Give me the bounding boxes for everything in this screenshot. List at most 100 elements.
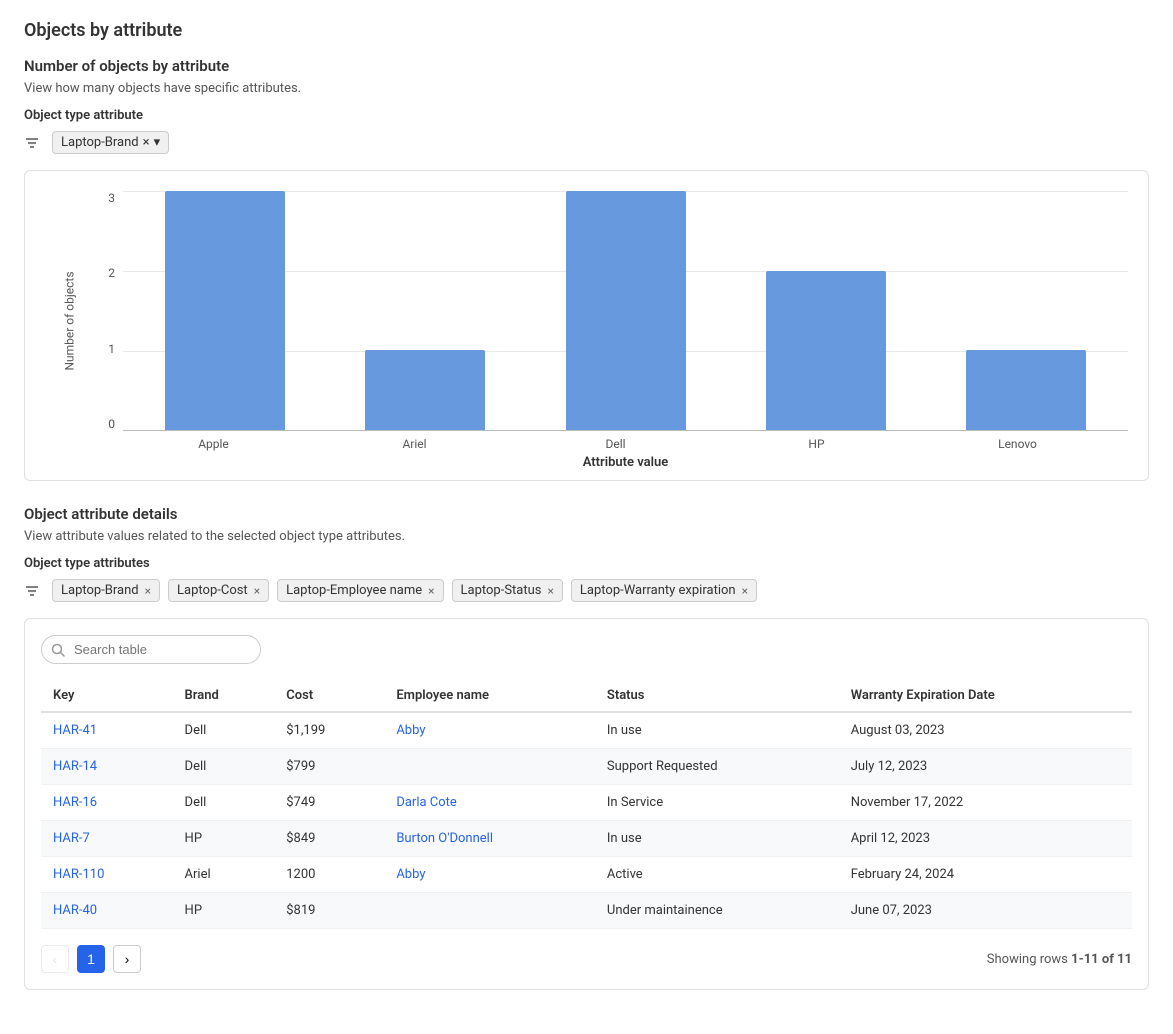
table-row: HAR-16 Dell$749 Darla Cote In ServiceNovemb… (41, 785, 1132, 821)
cell-status: In Service (595, 785, 839, 821)
table-row: HAR-40HP$819Under maintainenceJune 07, 2… (41, 893, 1132, 929)
cell-cost: $849 (274, 821, 384, 857)
y-tick-1: 1 (108, 342, 115, 356)
page-1-button[interactable]: 1 (77, 945, 105, 973)
col-cost: Cost (274, 680, 384, 712)
chart-container: Number of objects 0 1 2 3 (24, 170, 1149, 481)
cell-status: Support Requested (595, 749, 839, 785)
y-tick-3: 3 (108, 191, 115, 205)
chart-section-desc: View how many objects have specific attr… (24, 81, 1149, 96)
chip-status-x[interactable]: × (548, 584, 554, 598)
search-wrap (41, 635, 261, 664)
details-section-title: Object attribute details (24, 505, 1149, 523)
chip-warranty-x[interactable]: × (742, 584, 748, 598)
x-label-dell: Dell (525, 437, 706, 451)
pagination: ‹ 1 › Showing rows 1-11 of 11 (41, 945, 1132, 973)
cell-warranty: August 03, 2023 (839, 712, 1132, 749)
table-row: HAR-41 Dell$1,199 Abby In useAugust 03, 202… (41, 712, 1132, 749)
page-title: Objects by attribute (24, 20, 1149, 41)
x-label-ariel: Ariel (324, 437, 505, 451)
cell-cost: $819 (274, 893, 384, 929)
x-label-lenovo: Lenovo (927, 437, 1108, 451)
chart-filter-label: Object type attribute (24, 108, 1149, 123)
cell-status: In use (595, 712, 839, 749)
x-label-hp: HP (726, 437, 907, 451)
cell-status: In use (595, 821, 839, 857)
cell-cost: $749 (274, 785, 384, 821)
data-table: Key Brand Cost Employee name Status Warr… (41, 680, 1132, 929)
chip-x-icon[interactable]: × (143, 135, 150, 150)
search-input[interactable] (41, 635, 261, 664)
cell-warranty: April 12, 2023 (839, 821, 1132, 857)
col-employee: Employee name (384, 680, 595, 712)
bar-dell (533, 191, 717, 430)
cell-cost: $1,199 (274, 712, 384, 749)
bar-apple (133, 191, 317, 430)
page-controls: ‹ 1 › (41, 945, 141, 973)
chart-brand-chip[interactable]: Laptop-Brand × ▾ (52, 131, 169, 154)
cell-brand: Dell (173, 712, 275, 749)
key-link[interactable]: HAR-7 (53, 831, 90, 846)
details-chip-cost[interactable]: Laptop-Cost × (168, 579, 269, 602)
cell-key: HAR-41 (41, 712, 173, 749)
cell-employee (384, 893, 595, 929)
chip-employee-x[interactable]: × (428, 584, 434, 598)
x-label-apple: Apple (123, 437, 304, 451)
cell-status: Under maintainence (595, 893, 839, 929)
cell-brand: Dell (173, 749, 275, 785)
table-row: HAR-110 Ariel1200 Abby ActiveFebruary 24, 2… (41, 857, 1132, 893)
details-chip-brand[interactable]: Laptop-Brand × (52, 579, 160, 602)
bar-lenovo (934, 191, 1118, 430)
x-labels: Apple Ariel Dell HP Lenovo (95, 431, 1128, 451)
col-brand: Brand (173, 680, 275, 712)
cell-cost: 1200 (274, 857, 384, 893)
cell-employee (384, 749, 595, 785)
cell-brand: HP (173, 821, 275, 857)
employee-link[interactable]: Burton O'Donnell (396, 831, 493, 846)
x-axis-title: Attribute value (95, 455, 1128, 470)
details-filter-icon (24, 583, 40, 599)
details-section-desc: View attribute values related to the sel… (24, 529, 1149, 544)
cell-employee: Abby (384, 857, 595, 893)
y-axis-label: Number of objects (63, 271, 77, 370)
employee-link[interactable]: Abby (396, 867, 425, 882)
details-filter-row: Laptop-Brand × Laptop-Cost × Laptop-Empl… (24, 579, 1149, 602)
cell-employee: Darla Cote (384, 785, 595, 821)
key-link[interactable]: HAR-110 (53, 867, 104, 882)
cell-key: HAR-40 (41, 893, 173, 929)
key-link[interactable]: HAR-41 (53, 723, 97, 738)
cell-warranty: February 24, 2024 (839, 857, 1132, 893)
cell-cost: $799 (274, 749, 384, 785)
table-header-row: Key Brand Cost Employee name Status Warr… (41, 680, 1132, 712)
chart-section-title: Number of objects by attribute (24, 57, 1149, 75)
cell-warranty: June 07, 2023 (839, 893, 1132, 929)
y-tick-0: 0 (108, 417, 115, 431)
search-icon (51, 643, 65, 657)
employee-link[interactable]: Darla Cote (396, 795, 457, 810)
chip-chevron-icon: ▾ (154, 135, 161, 150)
table-row: HAR-14Dell$799Support RequestedJuly 12, … (41, 749, 1132, 785)
filter-icon (24, 135, 40, 151)
employee-link[interactable]: Abby (396, 723, 425, 738)
key-link[interactable]: HAR-40 (53, 903, 97, 918)
chart-filter-row: Laptop-Brand × ▾ (24, 131, 1149, 154)
next-page-button[interactable]: › (113, 945, 141, 973)
details-chip-status[interactable]: Laptop-Status × (452, 579, 563, 602)
cell-brand: Dell (173, 785, 275, 821)
bar-hp (734, 191, 918, 430)
key-link[interactable]: HAR-16 (53, 795, 97, 810)
bar-ariel (333, 191, 517, 430)
details-chip-employee[interactable]: Laptop-Employee name × (277, 579, 443, 602)
details-filter-label: Object type attributes (24, 556, 1149, 571)
cell-warranty: November 17, 2022 (839, 785, 1132, 821)
chip-brand-x[interactable]: × (145, 584, 151, 598)
prev-page-button[interactable]: ‹ (41, 945, 69, 973)
cell-brand: Ariel (173, 857, 275, 893)
key-link[interactable]: HAR-14 (53, 759, 97, 774)
details-chip-warranty[interactable]: Laptop-Warranty expiration × (571, 579, 757, 602)
cell-status: Active (595, 857, 839, 893)
cell-key: HAR-110 (41, 857, 173, 893)
cell-key: HAR-7 (41, 821, 173, 857)
chip-cost-x[interactable]: × (254, 584, 260, 598)
y-tick-2: 2 (108, 266, 115, 280)
